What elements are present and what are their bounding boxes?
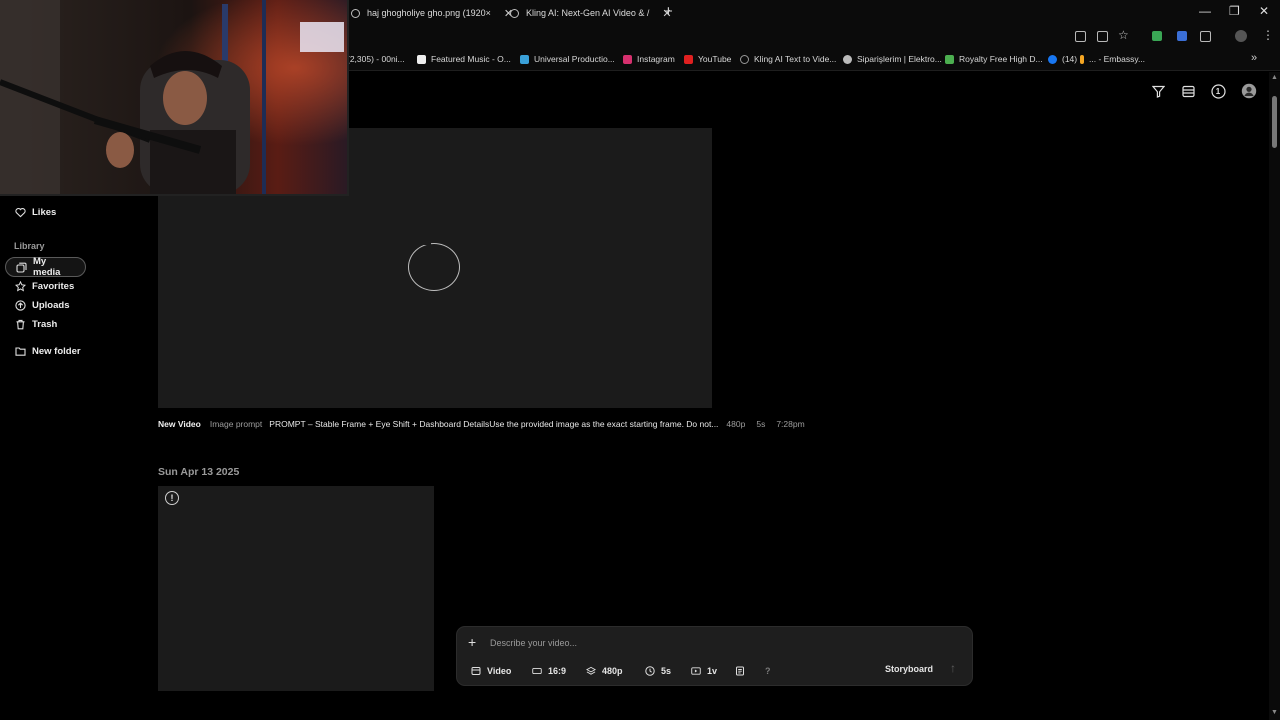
sidebar-item-trash[interactable]: Trash: [5, 314, 67, 334]
upload-icon: [15, 299, 26, 311]
webcam-overlay: [0, 0, 349, 196]
extension-icon[interactable]: [1152, 31, 1162, 41]
webcam-feed-image: [0, 0, 347, 194]
account-icon[interactable]: [1241, 83, 1257, 99]
bookmark-icon: [1080, 54, 1084, 64]
loading-spinner-icon: [408, 242, 460, 291]
sidebar-item-label: Likes: [32, 206, 57, 218]
filter-icon[interactable]: [1150, 83, 1166, 99]
variations-button[interactable]: 1v: [691, 664, 717, 678]
puzzle-icon[interactable]: [1200, 31, 1211, 42]
video-time: 7:28pm: [776, 419, 805, 429]
bookmark[interactable]: (14): [1048, 54, 1077, 64]
list-view-icon[interactable]: [1180, 83, 1196, 99]
prompt-text: PROMPT – Stable Frame + Eye Shift + Dash…: [269, 419, 719, 429]
add-attachment-button[interactable]: +: [468, 634, 476, 650]
page-scrollbar[interactable]: ▲ ▼: [1269, 72, 1280, 720]
warning-icon[interactable]: !: [165, 491, 179, 505]
mode-video-button[interactable]: Video: [471, 664, 511, 678]
sidebar-item-label: Favorites: [32, 280, 75, 292]
bookmark-icon: [520, 54, 529, 64]
video-resolution: 480p: [726, 419, 746, 429]
duration-button[interactable]: 5s: [645, 664, 671, 678]
sidebar-item-label: Trash: [32, 318, 58, 330]
sidebar-item-label: Uploads: [32, 299, 70, 311]
tab-title: Kling AI: Next-Gen AI Video & /: [526, 8, 650, 18]
bookmark[interactable]: Kling AI Text to Vide...: [740, 54, 836, 64]
heart-icon: [15, 207, 26, 218]
aspect-ratio-icon: [532, 666, 542, 676]
scroll-thumb[interactable]: [1272, 96, 1277, 148]
bookmark[interactable]: ... - Embassy...: [1080, 54, 1145, 64]
sidebar-item-label: New folder: [32, 345, 81, 357]
more-bookmarks-icon[interactable]: »: [1251, 52, 1257, 64]
kling-icon: [740, 54, 749, 64]
facebook-icon: [1048, 54, 1057, 64]
bookmark[interactable]: (2,305) - 00ni...: [347, 54, 405, 64]
video-icon: [471, 666, 481, 676]
translate-icon[interactable]: [1075, 31, 1086, 42]
media-icon: [16, 262, 27, 273]
tab-title: haj ghogholiye gho.png (1920×: [367, 8, 491, 18]
sidebar-item-favorites[interactable]: Favorites: [5, 276, 84, 296]
bookmark-icon: [417, 54, 426, 64]
prompt-type: Image prompt: [209, 419, 263, 429]
bookmark[interactable]: Royalty Free High D...: [945, 54, 1043, 64]
bookmark[interactable]: Siparişlerim | Elektro...: [843, 54, 942, 64]
notification-count: 1: [1215, 86, 1221, 96]
cast-icon[interactable]: [1097, 31, 1108, 42]
scroll-down-icon[interactable]: ▼: [1271, 709, 1278, 716]
bookmark-icon: [843, 54, 852, 64]
bookmark[interactable]: Universal Productio...: [520, 54, 615, 64]
bookmark-icon: [945, 54, 954, 64]
prompt-input[interactable]: [490, 635, 930, 651]
bookmark[interactable]: Featured Music - O...: [417, 54, 511, 64]
help-button[interactable]: ?: [765, 664, 771, 678]
tab-image[interactable]: haj ghogholiye gho.png (1920× ✕: [351, 3, 513, 23]
resolution-icon: [586, 666, 596, 676]
resolution-button[interactable]: 480p: [586, 664, 623, 678]
instagram-icon: [623, 54, 632, 64]
trash-icon: [15, 319, 26, 330]
clock-icon: [645, 666, 655, 676]
minimize-button[interactable]: —: [1199, 4, 1211, 18]
shield-extension-icon[interactable]: [1177, 31, 1187, 41]
profile-icon[interactable]: [1235, 30, 1247, 42]
aspect-ratio-button[interactable]: 16:9: [532, 664, 566, 678]
kling-icon: [510, 8, 519, 18]
date-header: Sun Apr 13 2025: [158, 466, 240, 478]
tab-kling[interactable]: Kling AI: Next-Gen AI Video & / ✕: [510, 3, 672, 23]
video-duration: 5s: [756, 419, 766, 429]
youtube-icon: [684, 54, 693, 64]
bookmark[interactable]: YouTube: [684, 54, 731, 64]
video-meta-row: New Video Image prompt PROMPT – Stable F…: [158, 418, 816, 430]
globe-icon: [351, 8, 360, 18]
library-heading: Library: [14, 241, 45, 251]
sidebar-item-likes[interactable]: Likes: [5, 202, 66, 222]
prompt-library-button[interactable]: [735, 664, 745, 678]
document-icon: [735, 666, 745, 676]
star-icon: [15, 280, 26, 292]
storyboard-button[interactable]: Storyboard: [885, 664, 933, 674]
new-folder-button[interactable]: New folder: [5, 341, 91, 361]
variations-icon: [691, 666, 701, 676]
new-tab-button[interactable]: +: [664, 3, 673, 21]
bookmark[interactable]: Instagram: [623, 54, 675, 64]
send-arrow-icon[interactable]: ↑: [950, 661, 956, 675]
prompt-composer: + Video 16:9 480p 5s 1v ? Storyboard ↑: [456, 626, 973, 686]
sidebar-item-my-media[interactable]: My media: [5, 256, 86, 278]
scroll-up-icon[interactable]: ▲: [1271, 74, 1278, 81]
bookmark-star-icon[interactable]: ☆: [1118, 28, 1129, 42]
restore-button[interactable]: ❐: [1229, 4, 1240, 18]
video-title: New Video: [158, 419, 201, 429]
menu-icon[interactable]: ⋮: [1262, 28, 1274, 42]
folder-icon: [15, 346, 26, 357]
close-window-button[interactable]: ✕: [1259, 4, 1269, 18]
failed-video-card[interactable]: !: [158, 486, 434, 691]
sidebar-item-uploads[interactable]: Uploads: [5, 295, 79, 315]
notification-count-icon[interactable]: 1: [1210, 83, 1226, 99]
sidebar-item-label: My media: [33, 256, 61, 278]
